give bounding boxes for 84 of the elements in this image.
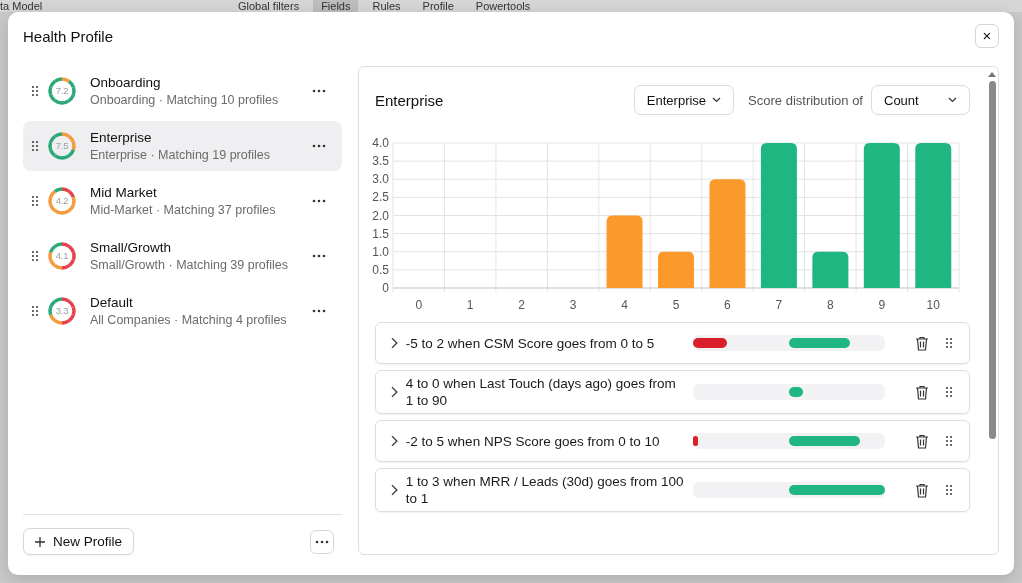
ellipsis-icon <box>315 539 329 544</box>
chevron-right-icon[interactable] <box>390 484 398 496</box>
delete-button[interactable] <box>915 335 929 351</box>
trash-icon <box>915 384 929 400</box>
trash-icon <box>915 433 929 449</box>
axis-label: 2.0 <box>372 208 389 223</box>
score-value: 4.2 <box>55 195 69 207</box>
chevron-right-icon[interactable] <box>390 337 398 349</box>
segment-dropdown[interactable]: Enterprise <box>633 85 735 115</box>
axis-label: 2 <box>518 298 525 312</box>
dialog-title: Health Profile <box>23 27 114 45</box>
trash-icon <box>915 482 929 498</box>
close-button[interactable]: × <box>975 24 999 48</box>
delete-button[interactable] <box>915 433 929 449</box>
panel-title: Enterprise <box>375 91 445 109</box>
axis-label: 0.5 <box>372 262 389 277</box>
axis-label: 4 <box>621 298 628 312</box>
drag-handle-icon[interactable] <box>31 85 39 97</box>
nav-tab[interactable]: Rules <box>364 0 409 12</box>
ellipsis-icon <box>312 89 326 93</box>
drag-handle-icon[interactable] <box>31 250 39 262</box>
drag-handle-icon[interactable] <box>31 305 39 317</box>
drag-handle-icon[interactable] <box>945 386 953 398</box>
nav-tab[interactable]: Profile <box>414 0 462 12</box>
axis-label: 5 <box>672 298 680 312</box>
drag-handle-icon[interactable] <box>31 195 39 207</box>
trash-icon <box>915 335 929 351</box>
rule-text: 1 to 3 when MRR / Leads (30d) goes from 100 to 1 <box>405 473 685 507</box>
axis-label: 10 <box>926 298 940 312</box>
delete-button[interactable] <box>915 384 929 400</box>
profile-subtitle: Onboarding · Matching 10 profiles <box>90 93 280 107</box>
axis-label: 3.0 <box>372 172 389 187</box>
new-profile-button[interactable]: New Profile <box>23 528 135 555</box>
ellipsis-icon <box>312 254 326 258</box>
profile-subtitle: Mid-Market · Matching 37 profiles <box>90 203 277 217</box>
axis-label: 6 <box>724 298 731 312</box>
drag-handle-icon[interactable] <box>945 435 953 447</box>
chevron-down-icon <box>712 97 722 103</box>
ellipsis-icon <box>312 199 326 203</box>
plus-icon <box>35 536 45 547</box>
rule-text: -5 to 2 when CSM Score goes from 0 to 5 <box>405 334 656 352</box>
profile-name: Mid Market <box>90 185 158 200</box>
axis-label: 7 <box>775 298 783 312</box>
dropdown-label: Score distribution of <box>748 92 863 108</box>
nav-tab[interactable]: Global filters <box>230 0 308 12</box>
drag-handle-icon[interactable] <box>31 140 39 152</box>
axis-label: 4.0 <box>372 136 389 150</box>
drag-handle-icon[interactable] <box>945 484 953 496</box>
ellipsis-icon <box>312 309 326 313</box>
axis-label: 8 <box>827 298 834 312</box>
profile-subtitle: Enterprise · Matching 19 profiles <box>90 148 271 162</box>
chevron-down-icon <box>948 97 957 103</box>
app-title: ta Model <box>0 0 44 12</box>
rule-text: 4 to 0 when Last Touch (days ago) goes from 1 to 90 <box>405 375 677 409</box>
score-value: 7.2 <box>55 85 69 97</box>
axis-label: 0 <box>415 298 423 312</box>
axis-label: 1 <box>466 298 474 312</box>
nav-tab[interactable]: Powertools <box>467 0 539 12</box>
profile-name: Default <box>90 295 134 310</box>
score-value: 7.5 <box>55 140 69 152</box>
axis-label: 2.5 <box>372 190 389 205</box>
score-value: 3.3 <box>55 305 69 317</box>
metric-dropdown[interactable]: Count <box>871 85 970 115</box>
axis-label: 1.0 <box>372 244 389 259</box>
axis-label: 9 <box>878 298 886 312</box>
profile-subtitle: Small/Growth · Matching 39 profiles <box>90 258 289 272</box>
profile-subtitle: All Companies · Matching 4 profiles <box>90 313 288 327</box>
chevron-right-icon[interactable] <box>390 386 398 398</box>
nav-tab[interactable]: Fields <box>313 0 359 12</box>
profile-item[interactable]: 7.5 Enterprise Enterprise · Matching 19 profiles <box>23 121 342 171</box>
axis-label: 3.5 <box>372 154 389 169</box>
drag-handle-icon[interactable] <box>945 337 953 349</box>
ellipsis-icon <box>312 144 326 148</box>
axis-label: 3 <box>569 298 577 312</box>
axis-label: 0 <box>382 281 389 295</box>
profile-name: Enterprise <box>90 130 153 145</box>
rule-text: -2 to 5 when NPS Score goes from 0 to 10 <box>405 432 661 450</box>
profile-name: Onboarding <box>90 75 162 90</box>
profile-name: Small/Growth <box>90 240 173 255</box>
chevron-right-icon[interactable] <box>390 435 398 447</box>
score-value: 4.1 <box>55 250 69 262</box>
scroll-up-icon[interactable] <box>988 72 996 77</box>
delete-button[interactable] <box>915 482 929 498</box>
axis-label: 1.5 <box>372 226 389 241</box>
